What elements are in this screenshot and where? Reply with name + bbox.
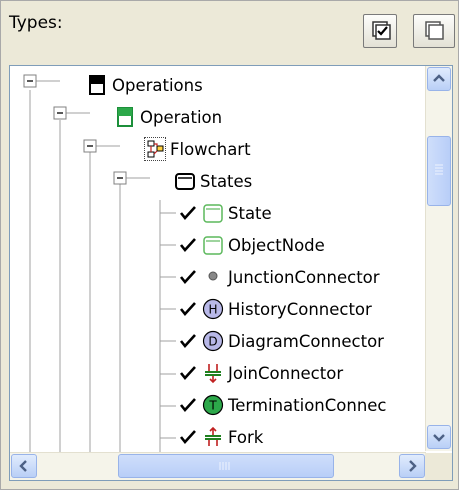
- tree-item-operation[interactable]: Operation: [114, 102, 222, 132]
- tree-item-label: DiagramConnector: [228, 331, 384, 351]
- chevron-left-icon: [19, 460, 27, 472]
- scroll-corner: [425, 453, 452, 480]
- objectnode-icon: [202, 234, 224, 256]
- vertical-scrollbar[interactable]: [425, 66, 452, 451]
- tree-item-fork[interactable]: Fork: [178, 422, 263, 452]
- horizontal-scrollbar[interactable]: [10, 452, 426, 480]
- history-letter: H: [208, 303, 217, 317]
- objectnode-checkbox[interactable]: [178, 235, 198, 255]
- tree-item-states[interactable]: States: [174, 166, 252, 196]
- diagramconnector-checkbox[interactable]: [178, 331, 198, 351]
- history-icon: H: [202, 298, 224, 320]
- tree-item-label: TerminationConnec: [228, 395, 387, 415]
- scroll-left-button[interactable]: [11, 454, 37, 478]
- operations-icon: [86, 74, 108, 96]
- chevron-down-icon: [433, 434, 445, 442]
- uncheck-all-button[interactable]: [413, 14, 455, 48]
- tree-item-diagramconnector[interactable]: D DiagramConnector: [178, 326, 384, 356]
- vertical-scroll-thumb[interactable]: [427, 136, 451, 206]
- state-checkbox[interactable]: [178, 203, 198, 223]
- joinconnector-checkbox[interactable]: [178, 363, 198, 383]
- flowchart-icon: [144, 137, 166, 161]
- tree-item-flowchart[interactable]: Flowchart: [144, 134, 251, 164]
- tree-item-label: Operation: [140, 107, 223, 127]
- historyconnector-checkbox[interactable]: [178, 299, 198, 319]
- grip-icon: [219, 462, 230, 470]
- diagram-letter: D: [208, 335, 217, 349]
- tree-item-label: Operations: [112, 75, 203, 95]
- termination-letter: T: [208, 399, 217, 413]
- horizontal-scroll-thumb[interactable]: [118, 454, 334, 478]
- termination-icon: T: [202, 394, 224, 416]
- tree-item-historyconnector[interactable]: H HistoryConnector: [178, 294, 372, 324]
- tree-item-state[interactable]: State: [178, 198, 272, 228]
- tree-item-junctionconnector[interactable]: JunctionConnector: [178, 262, 380, 292]
- state-icon: [202, 202, 224, 224]
- tree-item-label: ObjectNode: [228, 235, 325, 255]
- tree-item-label: Flowchart: [170, 139, 251, 159]
- scroll-down-button[interactable]: [427, 425, 451, 449]
- chevron-right-icon: [409, 460, 417, 472]
- chevron-up-icon: [433, 74, 445, 82]
- tree-item-joinconnector[interactable]: JoinConnector: [178, 358, 343, 388]
- tree-item-operations[interactable]: Operations: [86, 70, 203, 100]
- junctionconnector-checkbox[interactable]: [178, 267, 198, 287]
- tree-item-label: Fork: [228, 427, 264, 447]
- check-all-button[interactable]: [363, 14, 397, 48]
- tree-item-label: States: [200, 171, 253, 191]
- grip-icon: [435, 164, 443, 175]
- terminationconnector-checkbox[interactable]: [178, 395, 198, 415]
- junction-icon: [202, 266, 224, 288]
- uncheck-all-icon: [425, 21, 444, 40]
- fork-checkbox[interactable]: [178, 427, 198, 447]
- states-icon: [174, 170, 196, 192]
- tree-item-label: JoinConnector: [228, 363, 344, 383]
- tree-item-label: JunctionConnector: [228, 267, 380, 287]
- join-icon: [202, 362, 224, 384]
- types-label: Types:: [9, 13, 63, 33]
- scroll-right-button[interactable]: [399, 454, 425, 478]
- tree-item-objectnode[interactable]: ObjectNode: [178, 230, 325, 260]
- tree-item-label: State: [228, 203, 272, 223]
- diagram-icon: D: [202, 330, 224, 352]
- tree-item-terminationconnector[interactable]: T TerminationConnec: [178, 390, 387, 420]
- check-all-icon: [372, 21, 391, 40]
- operation-icon: [114, 106, 136, 128]
- fork-icon: [202, 426, 224, 448]
- types-panel: Types: Operations Operation Flowchart St…: [0, 0, 459, 490]
- tree-item-label: HistoryConnector: [228, 299, 372, 319]
- scroll-up-button[interactable]: [427, 67, 451, 91]
- types-tree[interactable]: Operations Operation Flowchart States St…: [9, 65, 453, 481]
